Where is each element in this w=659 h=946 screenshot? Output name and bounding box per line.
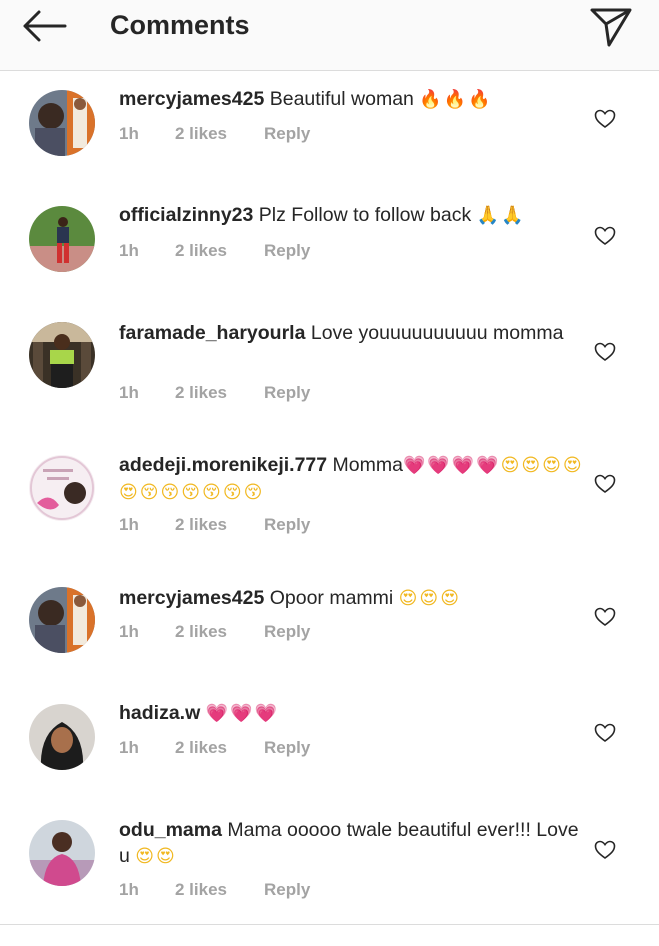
heart-outline-icon — [594, 723, 616, 742]
like-button[interactable] — [590, 105, 620, 133]
comment-text: odu_mama Mama ooooo twale beautiful ever… — [119, 817, 584, 870]
comment-meta: 1h 2 likes Reply — [119, 879, 310, 901]
comment-text: faramade_haryourla Love youuuuuuuuuu mom… — [119, 320, 584, 346]
like-button[interactable] — [590, 836, 620, 864]
comment-body: Beautiful woman — [269, 88, 414, 110]
heart-outline-icon — [594, 342, 616, 361]
reply-button[interactable]: Reply — [264, 123, 310, 145]
avatar[interactable] — [29, 206, 95, 272]
comment-username[interactable]: adedeji.morenikeji.777 — [119, 454, 327, 476]
avatar[interactable] — [29, 455, 95, 521]
heart-outline-icon — [594, 840, 616, 859]
reply-button[interactable]: Reply — [264, 737, 310, 759]
comment-time: 1h — [119, 515, 139, 534]
avatar[interactable] — [29, 587, 95, 653]
comment-text: hadiza.w 💗💗💗 — [119, 700, 584, 727]
comment-likes[interactable]: 2 likes — [175, 123, 264, 145]
paper-plane-icon — [590, 8, 632, 47]
heart-outline-icon — [594, 109, 616, 128]
comment-meta: 1h 2 likes Reply — [119, 514, 310, 536]
heart-outline-icon — [594, 226, 616, 245]
comment-username[interactable]: hadiza.w — [119, 702, 200, 724]
comment-time: 1h — [119, 383, 139, 402]
comment-emoji: 💗💗💗 — [205, 703, 279, 724]
avatar[interactable] — [29, 704, 95, 770]
page-title: Comments — [110, 10, 250, 40]
comment-time: 1h — [119, 124, 139, 143]
comment-time: 1h — [119, 622, 139, 641]
comment-time: 1h — [119, 738, 139, 757]
comment-meta: 1h 2 likes Reply — [119, 240, 310, 262]
comment-text: officialzinny23 Plz Follow to follow bac… — [119, 202, 584, 229]
comment-emoji: 😍😍😍 — [398, 588, 461, 609]
comment-likes[interactable]: 2 likes — [175, 514, 264, 536]
comment-likes[interactable]: 2 likes — [175, 737, 264, 759]
comment-username[interactable]: odu_mama — [119, 819, 222, 841]
comment-meta: 1h 2 likes Reply — [119, 737, 310, 759]
comment-username[interactable]: officialzinny23 — [119, 204, 253, 226]
reply-button[interactable]: Reply — [264, 240, 310, 262]
comment-emoji-kisses: 😚😚😚😚😚😚 — [139, 482, 265, 503]
like-button[interactable] — [590, 719, 620, 747]
back-button[interactable] — [16, 5, 72, 47]
heart-outline-icon — [594, 607, 616, 626]
reply-button[interactable]: Reply — [264, 382, 310, 404]
comment-time: 1h — [119, 880, 139, 899]
comment-likes[interactable]: 2 likes — [175, 621, 264, 643]
comment-meta: 1h 2 likes Reply — [119, 621, 310, 643]
comment-text: mercyjames425 Opoor mammi 😍😍😍 — [119, 585, 584, 612]
comment-emoji-hearts: 💗💗💗💗 — [402, 455, 501, 476]
comment-meta: 1h 2 likes Reply — [119, 123, 310, 145]
comment-likes[interactable]: 2 likes — [175, 382, 264, 404]
comment-username[interactable]: faramade_haryourla — [119, 322, 305, 344]
like-button[interactable] — [590, 603, 620, 631]
comment-emoji: 🙏🙏 — [476, 205, 526, 226]
like-button[interactable] — [590, 470, 620, 498]
reply-button[interactable]: Reply — [264, 514, 310, 536]
comment-body: Opoor mammi — [269, 587, 394, 609]
avatar[interactable] — [29, 322, 95, 388]
comment-username[interactable]: mercyjames425 — [119, 587, 264, 609]
bottom-divider — [0, 924, 659, 925]
reply-button[interactable]: Reply — [264, 879, 310, 901]
comment-time: 1h — [119, 241, 139, 260]
comment-emoji: 😍😍 — [135, 846, 177, 867]
like-button[interactable] — [590, 338, 620, 366]
top-bar: Comments — [0, 0, 659, 71]
comment-body: Plz Follow to follow back — [258, 204, 472, 226]
comment-meta: 1h 2 likes Reply — [119, 382, 310, 404]
comment-username[interactable]: mercyjames425 — [119, 88, 264, 110]
heart-outline-icon — [594, 474, 616, 493]
arrow-left-icon — [23, 10, 67, 42]
comment-text: mercyjames425 Beautiful woman 🔥🔥🔥 — [119, 86, 584, 113]
comment-likes[interactable]: 2 likes — [175, 879, 264, 901]
avatar[interactable] — [29, 820, 95, 886]
comment-text: adedeji.morenikeji.777 Momma💗💗💗💗😍😍😍😍😍😚😚😚… — [119, 452, 584, 506]
share-button[interactable] — [586, 4, 636, 50]
comment-body: Love youuuuuuuuuu momma — [310, 322, 564, 344]
like-button[interactable] — [590, 222, 620, 250]
avatar[interactable] — [29, 90, 95, 156]
reply-button[interactable]: Reply — [264, 621, 310, 643]
comment-body: Momma — [332, 454, 403, 476]
comment-likes[interactable]: 2 likes — [175, 240, 264, 262]
comment-emoji: 🔥🔥🔥 — [419, 89, 493, 110]
